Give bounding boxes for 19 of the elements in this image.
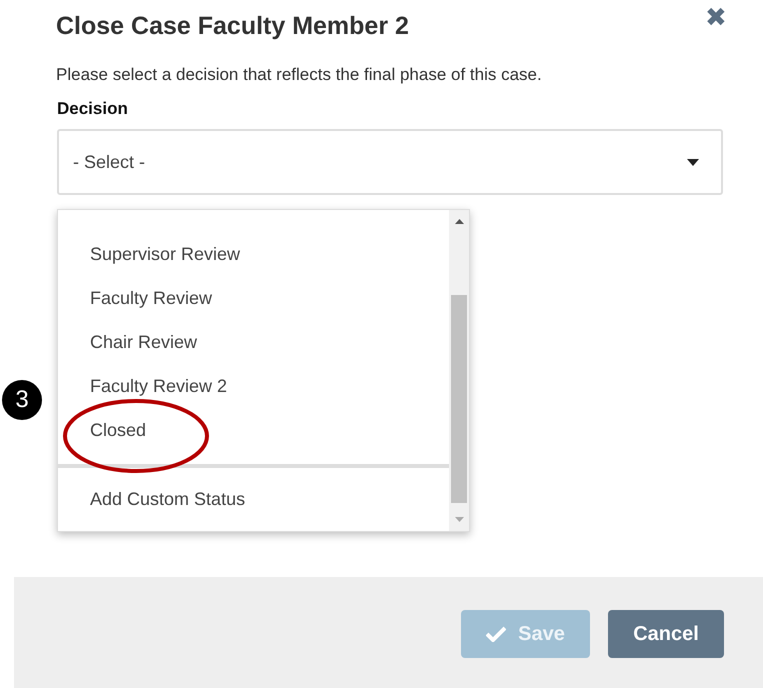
menu-option[interactable]: Add Custom Status bbox=[58, 468, 449, 531]
scrollbar[interactable] bbox=[449, 210, 469, 531]
menu-option[interactable]: Faculty Review bbox=[90, 288, 212, 308]
menu-option[interactable]: Supervisor Review bbox=[90, 244, 240, 264]
dialog-title: Close Case Faculty Member 2 bbox=[56, 12, 409, 41]
close-button[interactable]: ✖ bbox=[705, 4, 727, 30]
decision-dropdown[interactable]: - Select - bbox=[57, 129, 723, 195]
caret-icon bbox=[687, 158, 699, 166]
scrollbar-thumb[interactable] bbox=[451, 295, 467, 503]
scroll-up-icon bbox=[454, 219, 464, 224]
field-label: Decision bbox=[57, 99, 129, 119]
cancel-button[interactable]: Cancel bbox=[608, 610, 724, 658]
scroll-down-icon bbox=[454, 517, 464, 522]
instruction-text: Please select a decision that reflects the final phase of this case. bbox=[56, 65, 543, 85]
checkmark-icon bbox=[486, 626, 506, 642]
menu-option[interactable]: Faculty Review 2 bbox=[90, 376, 228, 396]
step-number-badge: 3 bbox=[2, 380, 42, 420]
menu-option[interactable]: Closed bbox=[90, 420, 146, 440]
menu-option[interactable]: Chair Review bbox=[90, 332, 198, 352]
